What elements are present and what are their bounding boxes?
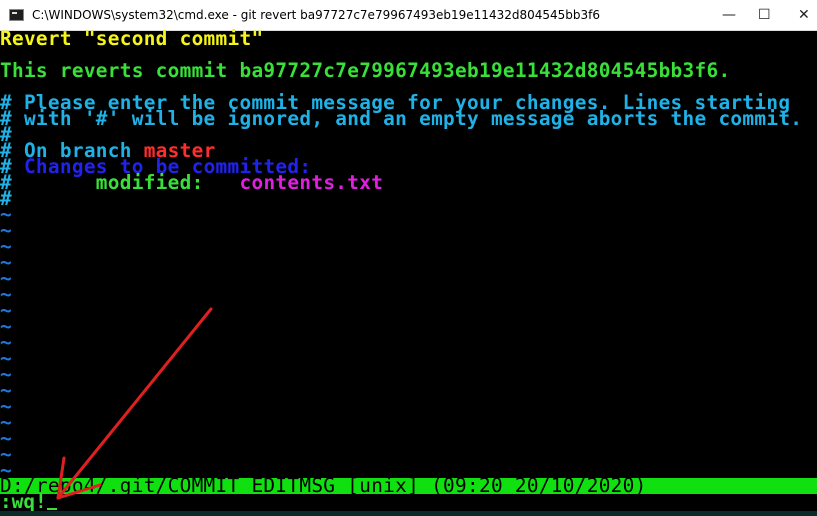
modified-file-line: # modified: contents.txt (0, 173, 383, 192)
vim-status-bar: D:/repo4/.git/COMMIT_EDITMSG [unix] (09:… (0, 474, 817, 497)
cmd-app-icon (9, 9, 24, 21)
command-input[interactable]: :wq! (0, 492, 57, 511)
modified-filename: contents.txt (239, 171, 384, 194)
maximize-button[interactable]: ☐ (758, 0, 772, 31)
commit-message-line: Revert "second commit" (0, 27, 264, 50)
revert-description-line: This reverts commit ba97727c7e79967493eb… (0, 59, 731, 82)
modified-label: modified: (11, 171, 240, 194)
text-cursor (46, 508, 57, 510)
minimize-button[interactable]: — (722, 0, 736, 31)
close-button[interactable]: ✕ (798, 0, 812, 31)
vim-command-line[interactable]: :wq! (0, 492, 817, 511)
bottom-scroll-strip (0, 511, 817, 516)
status-filename: D:/repo4/.git/COMMIT_EDITMSG [unix] (09:… (0, 474, 647, 497)
command-text: :wq! (0, 490, 47, 513)
console-area[interactable]: Revert "second commit" This reverts comm… (0, 27, 817, 516)
comment-instructions-line-2: # with '#' will be ignored, and an empty… (0, 107, 803, 130)
window-title: C:\WINDOWS\system32\cmd.exe - git revert… (32, 8, 600, 22)
